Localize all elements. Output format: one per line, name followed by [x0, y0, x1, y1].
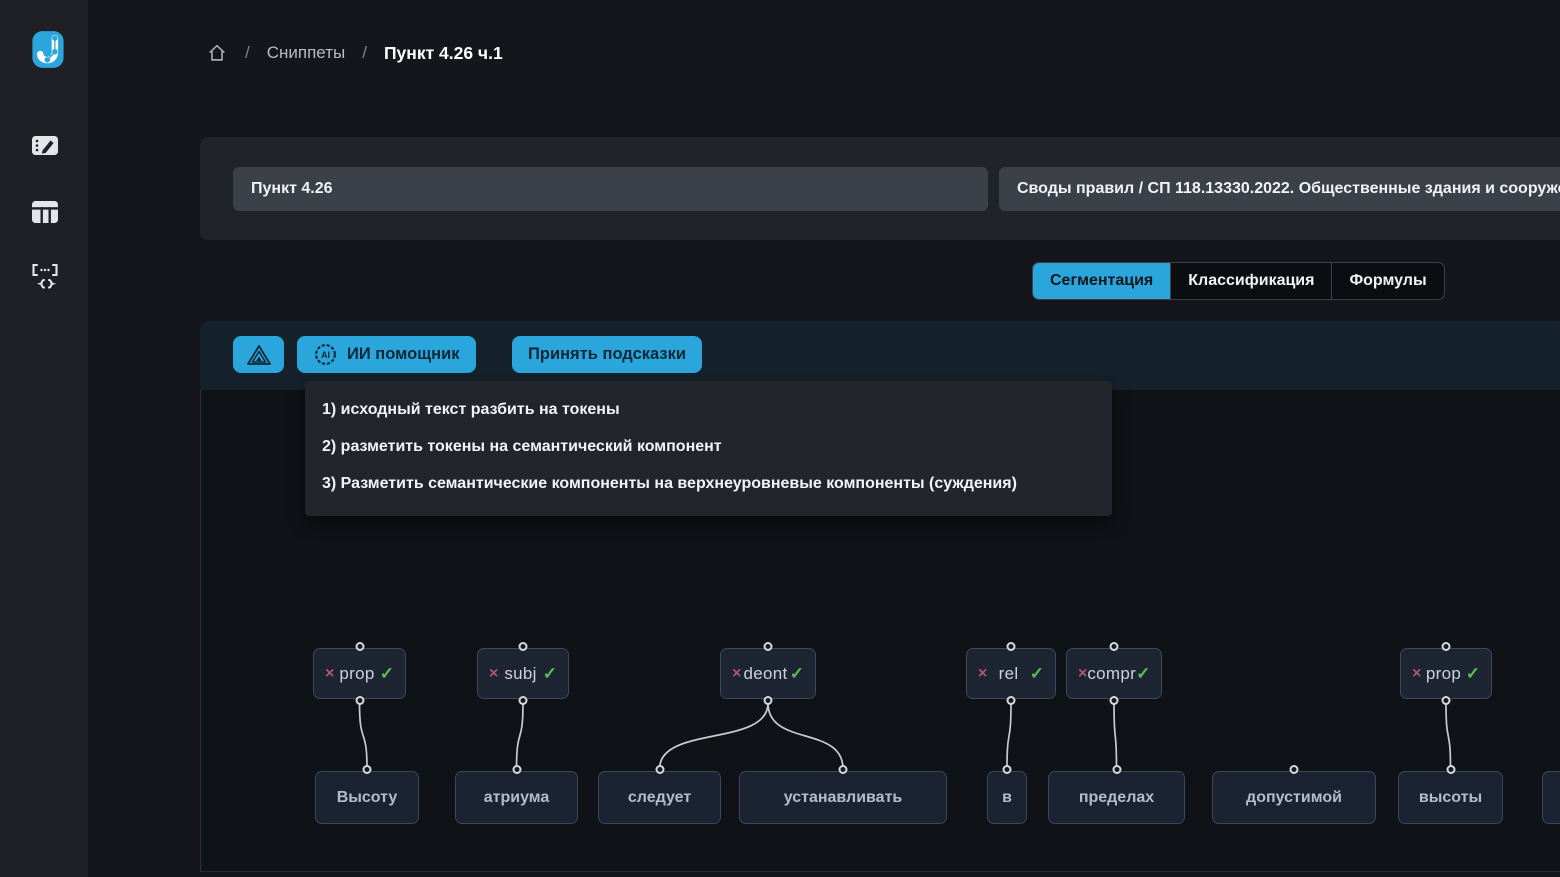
- token-handle-top[interactable]: [1446, 765, 1455, 774]
- node-handle-top[interactable]: [519, 642, 528, 651]
- token-handle-top[interactable]: [839, 765, 848, 774]
- home-icon[interactable]: [206, 42, 228, 64]
- accept-suggestions-button[interactable]: Принять подсказки: [512, 336, 702, 373]
- suggestion-item[interactable]: 1) исходный текст разбить на токены: [305, 392, 1112, 429]
- tab-formulas[interactable]: Формулы: [1331, 263, 1443, 299]
- node-remove-icon[interactable]: ×: [489, 666, 498, 682]
- token-box[interactable]: [1542, 771, 1560, 824]
- token-handle-top[interactable]: [655, 765, 664, 774]
- node-label: subj: [504, 664, 536, 684]
- token-label: пределах: [1079, 789, 1154, 807]
- node-accept-icon[interactable]: ✓: [1030, 665, 1044, 682]
- token-label: допустимой: [1246, 789, 1342, 807]
- breadcrumb: / Сниппеты / Пункт 4.26 ч.1: [206, 42, 503, 64]
- node-accept-icon[interactable]: ✓: [1136, 665, 1150, 682]
- type-node[interactable]: × prop ✓: [313, 648, 406, 699]
- token-handle-top[interactable]: [1003, 765, 1012, 774]
- token-handle-top[interactable]: [363, 765, 372, 774]
- token-handle-top[interactable]: [512, 765, 521, 774]
- node-handle-bottom[interactable]: [764, 696, 773, 705]
- node-label: deont: [744, 664, 788, 684]
- snippet-title-input[interactable]: [233, 167, 988, 211]
- snippet-form-card: [200, 137, 1560, 240]
- document-title-input[interactable]: [999, 167, 1560, 211]
- node-label: rel: [999, 664, 1019, 684]
- node-remove-icon[interactable]: ×: [325, 666, 334, 682]
- sidebar-item-code[interactable]: [28, 260, 62, 294]
- node-handle-bottom[interactable]: [1442, 696, 1451, 705]
- table-icon: [29, 196, 61, 228]
- token-label: атриума: [484, 789, 550, 807]
- tab-classification[interactable]: Классификация: [1170, 263, 1331, 299]
- sidebar-item-snippets[interactable]: [28, 129, 62, 163]
- suggestion-item[interactable]: 2) разметить токены на семантический ком…: [305, 429, 1112, 466]
- logo-icon: [26, 27, 70, 72]
- token-box[interactable]: следует: [598, 771, 721, 824]
- type-node[interactable]: × prop ✓: [1400, 648, 1492, 699]
- code-brackets-icon: [28, 260, 62, 294]
- node-remove-icon[interactable]: ×: [732, 666, 741, 682]
- node-remove-icon[interactable]: ×: [1078, 666, 1087, 682]
- token-label: Высоту: [337, 789, 398, 807]
- breadcrumb-current: Пункт 4.26 ч.1: [384, 43, 503, 64]
- breadcrumb-separator: /: [245, 43, 250, 63]
- token-label: устанавливать: [784, 789, 903, 807]
- ai-suggestions-dropdown: 1) исходный текст разбить на токены2) ра…: [305, 381, 1112, 516]
- node-remove-icon[interactable]: ×: [978, 666, 987, 682]
- tab-segmentation[interactable]: Сегментация: [1033, 263, 1170, 299]
- token-handle-top[interactable]: [1290, 765, 1299, 774]
- node-accept-icon[interactable]: ✓: [790, 665, 804, 682]
- suggestion-item[interactable]: 3) Разметить семантические компоненты на…: [305, 466, 1112, 503]
- token-box[interactable]: атриума: [455, 771, 578, 824]
- node-accept-icon[interactable]: ✓: [1466, 665, 1480, 682]
- node-handle-top[interactable]: [1442, 642, 1451, 651]
- node-label: compr: [1087, 664, 1136, 684]
- type-node[interactable]: ×compr✓: [1066, 648, 1162, 699]
- token-box[interactable]: высоты: [1398, 771, 1503, 824]
- markup-toolbar: AI ИИ помощник Принять подсказки: [200, 321, 1560, 390]
- hierarchy-view-button[interactable]: [233, 336, 284, 373]
- token-box[interactable]: Высоту: [315, 771, 419, 824]
- token-box[interactable]: устанавливать: [739, 771, 947, 824]
- node-handle-top[interactable]: [1007, 642, 1016, 651]
- node-handle-top[interactable]: [764, 642, 773, 651]
- tabs: СегментацияКлассификацияФормулы: [1032, 262, 1445, 300]
- type-node[interactable]: × rel ✓: [966, 648, 1056, 699]
- breadcrumb-link-snippets[interactable]: Сниппеты: [267, 43, 345, 63]
- ai-badge-icon: AI: [313, 342, 338, 367]
- node-label: prop: [339, 664, 374, 684]
- ai-assistant-button[interactable]: AI ИИ помощник: [297, 336, 476, 373]
- node-handle-top[interactable]: [1110, 642, 1119, 651]
- accept-suggestions-label: Принять подсказки: [528, 345, 686, 364]
- token-label: высоты: [1419, 789, 1482, 807]
- app-logo[interactable]: [26, 27, 70, 72]
- node-handle-bottom[interactable]: [1110, 696, 1119, 705]
- token-box[interactable]: допустимой: [1212, 771, 1376, 824]
- node-handle-bottom[interactable]: [519, 696, 528, 705]
- sidebar-item-table[interactable]: [28, 195, 62, 229]
- node-handle-top[interactable]: [355, 642, 364, 651]
- node-label: prop: [1426, 664, 1461, 684]
- breadcrumb-separator: /: [362, 43, 367, 63]
- node-accept-icon[interactable]: ✓: [380, 665, 394, 682]
- document-edit-icon: [29, 130, 61, 162]
- svg-text:AI: AI: [321, 350, 330, 360]
- token-label: в: [1002, 789, 1012, 807]
- token-box[interactable]: пределах: [1048, 771, 1185, 824]
- node-handle-bottom[interactable]: [1007, 696, 1016, 705]
- sidebar: [0, 0, 88, 877]
- node-handle-bottom[interactable]: [355, 696, 364, 705]
- token-label: следует: [628, 789, 691, 807]
- token-handle-top[interactable]: [1112, 765, 1121, 774]
- node-accept-icon[interactable]: ✓: [543, 665, 557, 682]
- type-node[interactable]: × subj ✓: [477, 648, 569, 699]
- ai-assistant-label: ИИ помощник: [347, 345, 460, 364]
- type-node[interactable]: ×deont✓: [720, 648, 816, 699]
- app-window: ×prop✓×subj✓×deont✓×rel✓×compr✓×prop✓Выс…: [0, 0, 1560, 877]
- nested-triangles-icon: [246, 344, 272, 366]
- node-remove-icon[interactable]: ×: [1412, 666, 1421, 682]
- token-box[interactable]: в: [987, 771, 1027, 824]
